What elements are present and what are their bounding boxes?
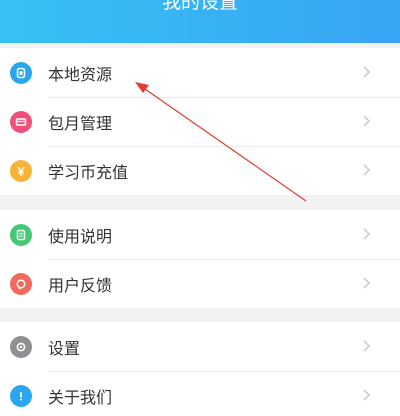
local-resources-icon	[10, 62, 32, 84]
chevron-right-icon	[363, 164, 371, 176]
menu-item-label: 设置	[48, 338, 81, 358]
menu-item-label: 学习币充值	[48, 162, 129, 182]
chevron-right-icon	[363, 66, 371, 78]
chevron-right-icon	[363, 340, 371, 352]
menu-group-3: 设置 关于我们	[0, 322, 400, 416]
menu-item-monthly-subscription[interactable]: 包月管理	[0, 97, 400, 146]
menu-item-label: 使用说明	[48, 226, 113, 246]
chevron-right-icon	[363, 277, 371, 289]
menu-item-about-us[interactable]: 关于我们	[0, 371, 400, 416]
chevron-right-icon	[363, 389, 371, 401]
instructions-icon	[10, 224, 32, 246]
app-header: 我的设置	[0, 0, 400, 43]
menu-item-feedback[interactable]: 用户反馈	[0, 259, 400, 308]
menu-group-1: 本地资源 包月管理 学习币充值	[0, 48, 400, 195]
feedback-icon	[10, 273, 32, 295]
menu-group-2: 使用说明 用户反馈	[0, 210, 400, 308]
monthly-subscription-icon	[10, 111, 32, 133]
settings-page: 我的设置 本地资源 包月管理 学习币充值 使用说明 用户反馈 设置 关于我们	[0, 0, 400, 416]
info-icon	[10, 385, 32, 407]
menu-item-instructions[interactable]: 使用说明	[0, 210, 400, 259]
menu-item-label: 用户反馈	[48, 275, 113, 295]
menu-item-coin-recharge[interactable]: 学习币充值	[0, 146, 400, 195]
chevron-right-icon	[363, 228, 371, 240]
menu-item-label: 本地资源	[48, 64, 113, 84]
menu-item-local-resources[interactable]: 本地资源	[0, 48, 400, 97]
menu-item-label: 关于我们	[48, 387, 113, 407]
page-title: 我的设置	[161, 0, 238, 13]
menu-item-label: 包月管理	[48, 113, 113, 133]
gear-icon	[10, 336, 32, 358]
menu-item-settings[interactable]: 设置	[0, 322, 400, 371]
yen-coin-icon	[10, 160, 32, 182]
chevron-right-icon	[363, 115, 371, 127]
